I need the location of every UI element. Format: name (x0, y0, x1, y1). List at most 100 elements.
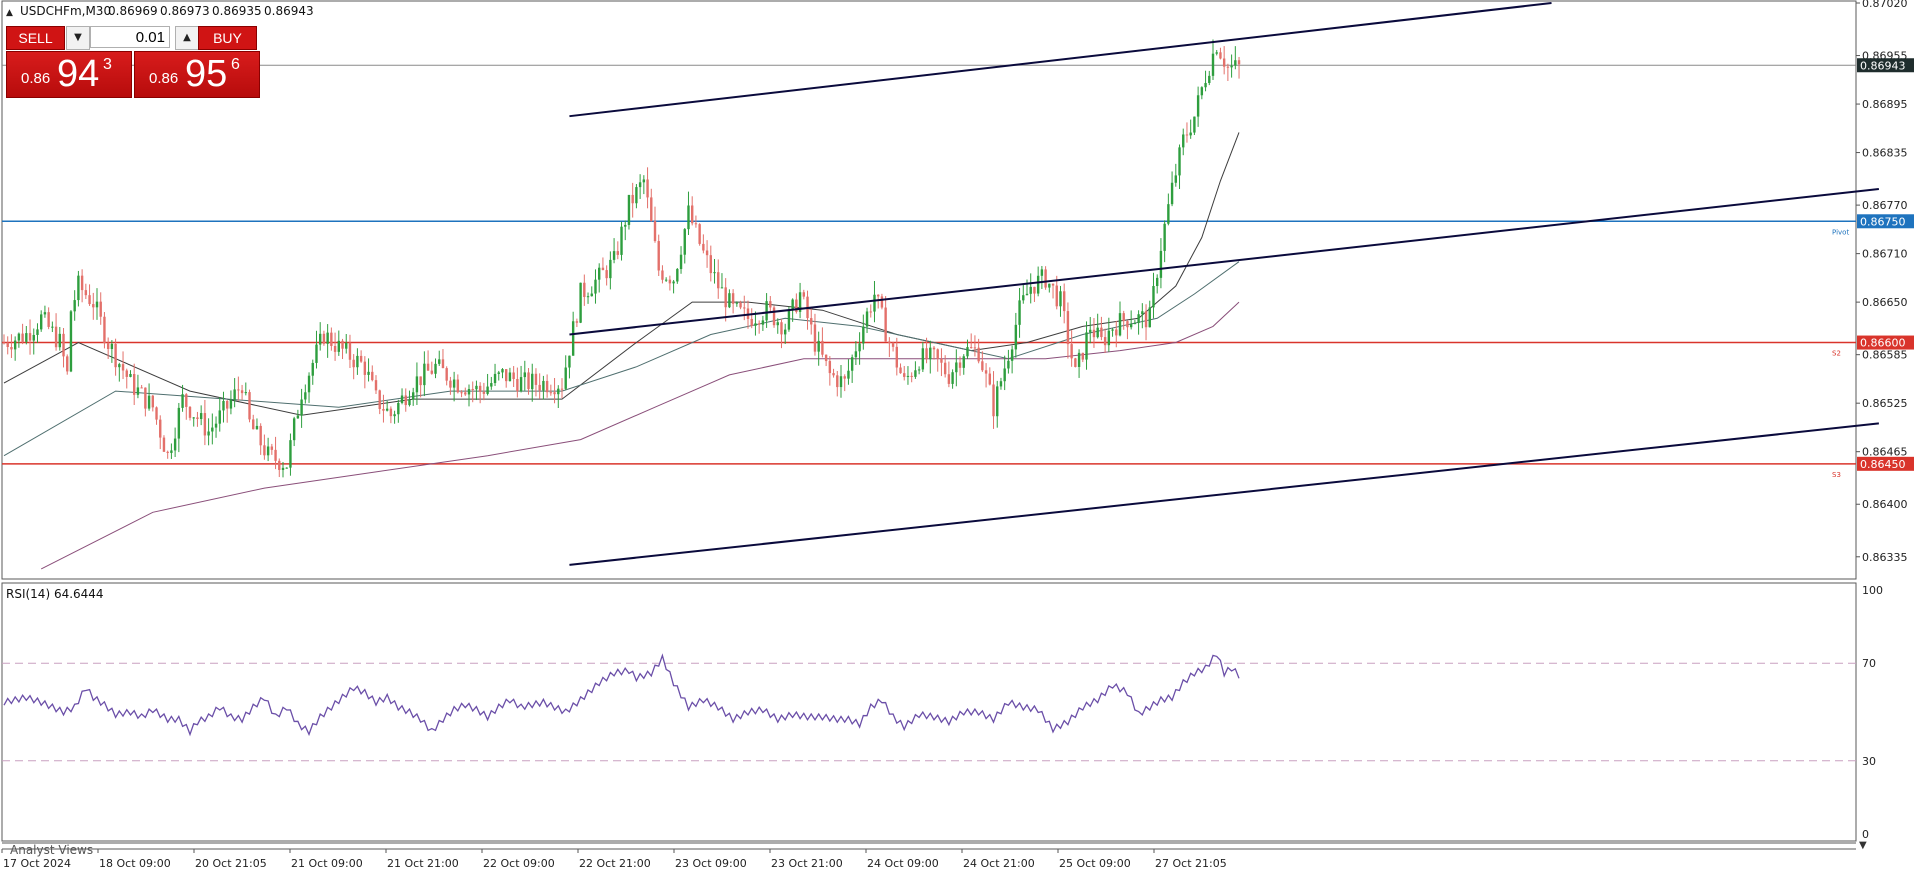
sell-quote[interactable]: 0.86 94 3 (6, 51, 132, 98)
channel-trendline-3[interactable] (569, 422, 1879, 566)
candle (821, 327, 824, 358)
candle (315, 330, 318, 369)
candle (408, 390, 411, 407)
candle-body (2, 342, 6, 344)
candle-body (1182, 134, 1185, 148)
sell-button[interactable]: SELL (6, 26, 65, 50)
buy-button[interactable]: BUY (198, 26, 257, 50)
candle-body (951, 372, 954, 384)
rsi-axis-label: 100 (1862, 584, 1883, 597)
scroll-down-icon[interactable]: ▼ (1859, 840, 1867, 851)
candle-body (899, 367, 902, 374)
candle-body (497, 372, 500, 374)
time-axis-label: 23 Oct 09:00 (675, 857, 747, 870)
candle-body (717, 272, 720, 289)
candle (519, 365, 523, 393)
candle (1029, 273, 1032, 304)
candle-body (17, 333, 21, 341)
candle (1126, 320, 1129, 340)
candle-body (1159, 250, 1163, 278)
chart-canvas[interactable]: ▲ USDCHFm,M30 0.86969 0.86973 0.86935 0.… (0, 0, 1916, 874)
analyst-views-label[interactable]: Analyst Views (10, 843, 93, 857)
channel-trendline-1[interactable] (569, 2, 1552, 118)
candle-body (858, 343, 861, 352)
candle (95, 288, 99, 320)
candle-body (412, 392, 415, 400)
candle (412, 387, 415, 406)
candle-body (252, 419, 255, 430)
candle (1163, 220, 1166, 263)
price-axis-label: 0.86400 (1862, 498, 1908, 511)
candle-body (475, 385, 478, 390)
candle-body (1044, 269, 1047, 288)
candle-body (43, 312, 47, 315)
candle-body (348, 342, 352, 360)
candle-body (311, 362, 314, 376)
candle-body (505, 369, 508, 382)
candle-body (263, 445, 266, 456)
candle (233, 378, 236, 408)
candle-body (984, 370, 988, 374)
candle-body (1100, 327, 1103, 338)
candle-body (270, 446, 274, 450)
candle-body (1033, 286, 1036, 294)
candle (66, 354, 69, 375)
candle (155, 406, 158, 425)
candle (676, 267, 679, 284)
candle-body (635, 187, 638, 204)
candle (393, 410, 396, 424)
candle-body (278, 460, 281, 470)
candle-body (850, 357, 854, 371)
candle (430, 361, 433, 375)
candle (743, 295, 746, 321)
price-axis-label: 0.86710 (1862, 248, 1908, 261)
lot-decrease-button[interactable]: ▼ (66, 26, 90, 50)
candle (601, 257, 605, 271)
candle-body (884, 307, 887, 342)
candle-body (32, 334, 35, 341)
candle (188, 405, 192, 421)
lot-size-input[interactable] (90, 26, 170, 48)
candle-body (683, 229, 686, 255)
candle-body (784, 329, 787, 335)
ohlc-high: 0.86973 (160, 4, 210, 18)
channel-trendline-2[interactable] (569, 187, 1879, 336)
candle (121, 351, 125, 380)
candle (795, 293, 798, 314)
candle-body (28, 333, 32, 341)
lot-increase-button[interactable]: ▲ (175, 26, 199, 50)
collapse-triangle-icon[interactable]: ▲ (6, 8, 13, 18)
buy-quote[interactable]: 0.86 95 6 (134, 51, 260, 98)
candle (13, 336, 17, 361)
candle-body (917, 369, 921, 371)
trading-chart[interactable]: ▲ USDCHFm,M30 0.86969 0.86973 0.86935 0.… (0, 0, 1916, 874)
candle-body (638, 182, 642, 188)
candle (136, 374, 140, 399)
candle-body (185, 394, 188, 407)
candle-body (80, 275, 84, 291)
candle (962, 354, 965, 375)
ohlc-low: 0.86935 (212, 4, 262, 18)
candle (653, 206, 657, 243)
candle (255, 418, 259, 430)
candle-body (103, 316, 106, 344)
candle (449, 376, 452, 395)
candle (806, 290, 809, 330)
candle-body (36, 329, 39, 335)
candle-body (155, 407, 158, 420)
candle (951, 369, 954, 389)
candle (958, 356, 962, 376)
candle-body (955, 362, 958, 373)
candle (452, 371, 456, 402)
candle (1204, 70, 1207, 92)
candle-body (1103, 337, 1107, 346)
candle (579, 282, 582, 324)
candle (1219, 47, 1222, 60)
candle-body (218, 410, 221, 424)
price-axis-label: 0.86465 (1862, 446, 1908, 459)
candle (32, 328, 35, 355)
candle (40, 310, 43, 332)
candle-body (1215, 52, 1218, 54)
candle (404, 388, 407, 412)
candle-body (694, 223, 698, 225)
